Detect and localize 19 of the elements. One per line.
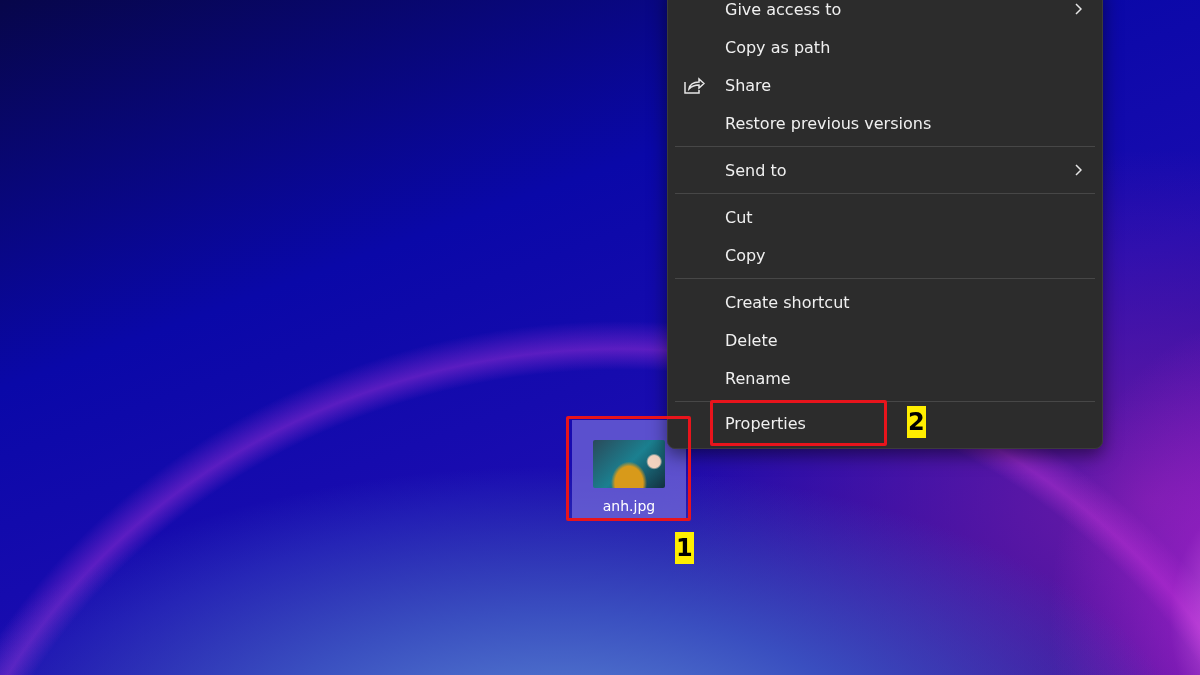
file-name: anh.jpg [602, 498, 656, 514]
menu-item[interactable]: Share [668, 66, 792, 104]
menu-item[interactable]: Create shortcut [668, 283, 870, 321]
menu-item[interactable]: Properties [710, 400, 887, 446]
step-number: 1 [675, 532, 694, 564]
chevron-icon [1074, 3, 1082, 15]
menu-item[interactable]: Copy as path [668, 28, 851, 66]
desktop-file-icon[interactable]: anh.jpg [572, 420, 686, 518]
menu-item[interactable]: Cut [668, 198, 773, 236]
menu-item[interactable]: Restore previous versions [668, 104, 952, 142]
share-icon [683, 75, 705, 95]
photo-placeholder [593, 440, 665, 488]
menu-item[interactable]: Copy [668, 236, 786, 274]
menu-item[interactable]: Delete [668, 321, 798, 359]
chevron-icon [1074, 164, 1082, 176]
menu-item[interactable]: Give access to [668, 0, 1102, 28]
step-number: 2 [907, 406, 926, 438]
menu-item[interactable]: Rename [668, 359, 811, 397]
menu-item[interactable]: Send to [668, 151, 1102, 189]
